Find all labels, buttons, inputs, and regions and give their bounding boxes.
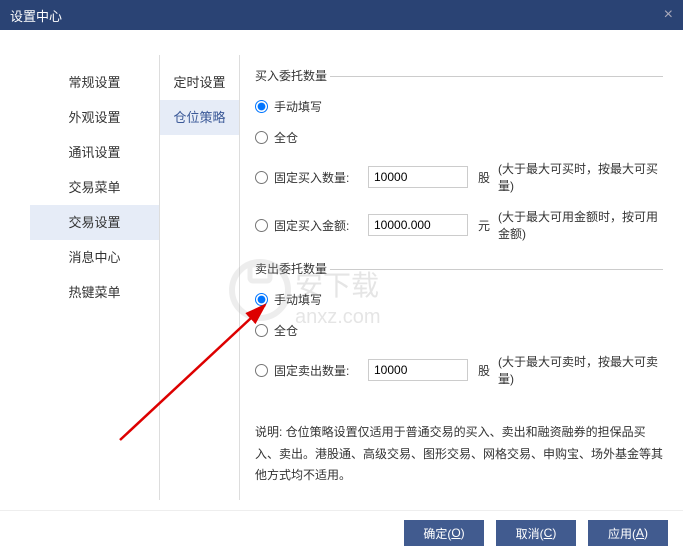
sidebar-item-hotkeys[interactable]: 热键菜单 bbox=[30, 275, 159, 310]
apply-button[interactable]: 应用(A) bbox=[588, 520, 668, 546]
ok-button[interactable]: 确定(O) bbox=[404, 520, 484, 546]
explain-text: 说明: 仓位策略设置仅适用于普通交易的买入、卖出和融资融券的担保品买入、卖出。港… bbox=[255, 422, 663, 487]
sidebar-item-trade-menu[interactable]: 交易菜单 bbox=[30, 170, 159, 205]
main-panel: 买入委托数量 手动填写 全仓 固定买入数量: 股 (大于最大可买时，按最大可买量… bbox=[240, 55, 673, 500]
sell-group-title: 卖出委托数量 bbox=[255, 260, 663, 277]
subnav: 定时设置 仓位策略 bbox=[160, 55, 240, 500]
sidebar: 常规设置 外观设置 通讯设置 交易菜单 交易设置 消息中心 热键菜单 bbox=[30, 55, 160, 500]
buy-fixed-qty-label: 固定买入数量: bbox=[274, 169, 364, 186]
sidebar-item-appearance[interactable]: 外观设置 bbox=[30, 100, 159, 135]
buy-fixed-qty-input[interactable] bbox=[368, 166, 468, 188]
buy-fixed-amt-input[interactable] bbox=[368, 214, 468, 236]
close-icon[interactable]: × bbox=[664, 6, 673, 24]
window-title: 设置中心 bbox=[10, 6, 62, 25]
sell-fixed-qty-unit: 股 bbox=[478, 362, 490, 379]
sell-fixed-qty-radio[interactable] bbox=[255, 364, 268, 377]
buy-fixed-amt-unit: 元 bbox=[478, 217, 490, 234]
sell-manual-label: 手动填写 bbox=[274, 291, 322, 308]
buy-fixed-amt-label: 固定买入金额: bbox=[274, 217, 364, 234]
buy-fixed-qty-radio[interactable] bbox=[255, 171, 268, 184]
sidebar-item-comm[interactable]: 通讯设置 bbox=[30, 135, 159, 170]
cancel-button[interactable]: 取消(C) bbox=[496, 520, 576, 546]
buy-fixed-amt-hint: (大于最大可用金额时，按可用金额) bbox=[498, 208, 663, 242]
buy-fixed-amt-radio[interactable] bbox=[255, 219, 268, 232]
buy-manual-label: 手动填写 bbox=[274, 98, 322, 115]
sidebar-item-trade-settings[interactable]: 交易设置 bbox=[30, 205, 159, 240]
buy-full-label: 全仓 bbox=[274, 129, 298, 146]
footer: 确定(O) 取消(C) 应用(A) bbox=[0, 510, 683, 555]
sell-fixed-qty-label: 固定卖出数量: bbox=[274, 362, 364, 379]
sell-full-radio[interactable] bbox=[255, 324, 268, 337]
content-area: 常规设置 外观设置 通讯设置 交易菜单 交易设置 消息中心 热键菜单 定时设置 … bbox=[0, 30, 683, 510]
sell-fixed-qty-input[interactable] bbox=[368, 359, 468, 381]
sell-group: 卖出委托数量 手动填写 全仓 固定卖出数量: 股 (大于最大可卖时，按最大可卖量… bbox=[255, 260, 663, 387]
sell-full-label: 全仓 bbox=[274, 322, 298, 339]
buy-fixed-qty-hint: (大于最大可买时，按最大可买量) bbox=[498, 160, 663, 194]
sell-manual-radio[interactable] bbox=[255, 293, 268, 306]
sell-fixed-qty-hint: (大于最大可卖时，按最大可卖量) bbox=[498, 353, 663, 387]
sidebar-item-messages[interactable]: 消息中心 bbox=[30, 240, 159, 275]
buy-full-radio[interactable] bbox=[255, 131, 268, 144]
settings-window: 设置中心 × 常规设置 外观设置 通讯设置 交易菜单 交易设置 消息中心 热键菜… bbox=[0, 0, 683, 555]
subnav-item-position-strategy[interactable]: 仓位策略 bbox=[160, 100, 239, 135]
titlebar: 设置中心 × bbox=[0, 0, 683, 30]
sidebar-item-general[interactable]: 常规设置 bbox=[30, 65, 159, 100]
buy-manual-radio[interactable] bbox=[255, 100, 268, 113]
subnav-item-timer[interactable]: 定时设置 bbox=[160, 65, 239, 100]
buy-fixed-qty-unit: 股 bbox=[478, 169, 490, 186]
buy-group: 买入委托数量 手动填写 全仓 固定买入数量: 股 (大于最大可买时，按最大可买量… bbox=[255, 67, 663, 242]
buy-group-title: 买入委托数量 bbox=[255, 67, 663, 84]
